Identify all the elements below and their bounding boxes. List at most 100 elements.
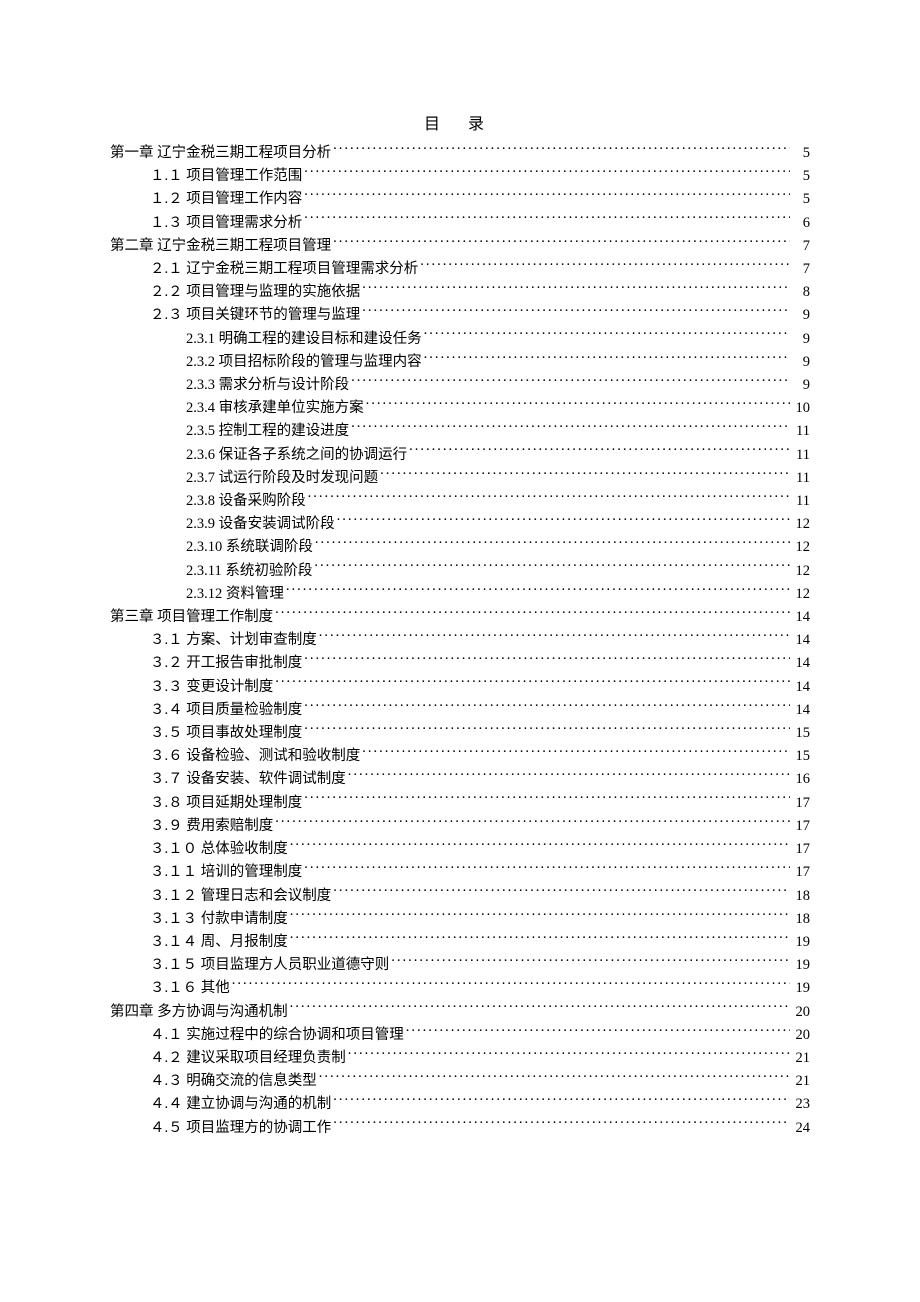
- toc-leader-dots: [362, 305, 790, 320]
- toc-leader-dots: [304, 699, 790, 714]
- toc-entry-page: 12: [792, 513, 810, 536]
- toc-entry-label: １.１ 项目管理工作范围: [150, 165, 302, 188]
- toc-entry: ４.１ 实施过程中的综合协调和项目管理20: [110, 1024, 810, 1047]
- toc-leader-dots: [366, 398, 790, 413]
- toc-entry-label: ３.１６ 其他: [150, 977, 230, 1000]
- toc-leader-dots: [304, 189, 790, 204]
- toc-entry-label: ３.９ 费用索赔制度: [150, 815, 273, 838]
- toc-entry: ２.２ 项目管理与监理的实施依据8: [110, 281, 810, 304]
- toc-leader-dots: [406, 1024, 790, 1039]
- toc-entry-page: 9: [792, 351, 810, 374]
- toc-leader-dots: [304, 166, 790, 181]
- toc-entry-page: 5: [792, 188, 810, 211]
- toc-entry-page: 14: [792, 676, 810, 699]
- toc-entry: １.１ 项目管理工作范围5: [110, 165, 810, 188]
- toc-entry-page: 11: [792, 467, 810, 490]
- toc-leader-dots: [424, 351, 790, 366]
- toc-leader-dots: [319, 630, 790, 645]
- toc-entry-page: 19: [792, 977, 810, 1000]
- toc-leader-dots: [286, 583, 790, 598]
- toc-entry-page: 19: [792, 931, 810, 954]
- toc-entry-label: 2.3.6 保证各子系统之间的协调运行: [186, 444, 407, 467]
- toc-entry: １.３ 项目管理需求分析 6: [110, 212, 810, 235]
- toc-entry-page: 6: [792, 212, 810, 235]
- toc-leader-dots: [424, 328, 790, 343]
- toc-leader-dots: [333, 1094, 790, 1109]
- toc-leader-dots: [337, 514, 790, 529]
- toc-leader-dots: [275, 676, 790, 691]
- toc-entry-label: 2.3.1 明确工程的建设目标和建设任务: [186, 328, 422, 351]
- toc-entry: 第一章 辽宁金税三期工程项目分析5: [110, 142, 810, 165]
- toc-entry-page: 24: [792, 1117, 810, 1140]
- toc-leader-dots: [315, 537, 790, 552]
- toc-entry-label: ３.３ 变更设计制度: [150, 676, 273, 699]
- toc-entry: ３.１４ 周、月报制度19: [110, 931, 810, 954]
- toc-entry-page: 11: [792, 444, 810, 467]
- toc-entry-label: 2.3.7 试运行阶段及时发现问题: [186, 467, 378, 490]
- toc-leader-dots: [362, 746, 790, 761]
- toc-leader-dots: [333, 235, 790, 250]
- toc-entry-page: 16: [792, 768, 810, 791]
- toc-entry: 2.3.2 项目招标阶段的管理与监理内容9: [110, 351, 810, 374]
- toc-entry-page: 23: [792, 1093, 810, 1116]
- toc-entry-label: ２.３ 项目关键环节的管理与监理: [150, 304, 360, 327]
- toc-entry-label: ３.１１ 培训的管理制度: [150, 861, 302, 884]
- toc-leader-dots: [304, 653, 790, 668]
- toc-entry-label: １.３ 项目管理需求分析: [150, 212, 302, 235]
- toc-entry: 2.3.9 设备安装调试阶段12: [110, 513, 810, 536]
- toc-entry-page: 14: [792, 652, 810, 675]
- toc-entry-label: 2.3.11 系统初验阶段: [186, 560, 312, 583]
- toc-leader-dots: [319, 1071, 790, 1086]
- toc-entry-label: ３.１０ 总体验收制度: [150, 838, 288, 861]
- toc-entry-label: ４.１ 实施过程中的综合协调和项目管理: [150, 1024, 404, 1047]
- toc-entry-label: ３.４ 项目质量检验制度: [150, 699, 302, 722]
- toc-entry-page: 17: [792, 861, 810, 884]
- toc-entry-label: ３.８ 项目延期处理制度: [150, 792, 302, 815]
- toc-entry-label: ３.１２ 管理日志和会议制度: [150, 885, 331, 908]
- toc-entry: ３.１ 方案、计划审查制度14: [110, 629, 810, 652]
- toc-leader-dots: [362, 282, 790, 297]
- toc-entry: 2.3.4 审核承建单位实施方案 10: [110, 397, 810, 420]
- toc-leader-dots: [333, 885, 790, 900]
- toc-leader-dots: [275, 607, 790, 622]
- toc-entry: ３.１１ 培训的管理制度 17: [110, 861, 810, 884]
- toc-entry: ３.５ 项目事故处理制度15: [110, 722, 810, 745]
- toc-leader-dots: [290, 908, 790, 923]
- toc-entry-page: 11: [792, 490, 810, 513]
- toc-entry-label: ３.１５ 项目监理方人员职业道德守则: [150, 954, 389, 977]
- toc-entry: ２.１ 辽宁金税三期工程项目管理需求分析7: [110, 258, 810, 281]
- toc-entry-page: 14: [792, 699, 810, 722]
- toc-entry-page: 9: [792, 328, 810, 351]
- toc-entry-label: 第一章 辽宁金税三期工程项目分析: [110, 142, 331, 165]
- toc-leader-dots: [380, 467, 790, 482]
- toc-entry-page: 19: [792, 954, 810, 977]
- toc-leader-dots: [304, 792, 790, 807]
- toc-entry-label: 第二章 辽宁金税三期工程项目管理: [110, 235, 331, 258]
- toc-entry-label: ４.２ 建议采取项目经理负责制: [150, 1047, 346, 1070]
- toc-entry-page: 10: [792, 397, 810, 420]
- toc-entry: ４.５ 项目监理方的协调工作24: [110, 1117, 810, 1140]
- toc-entry-page: 14: [792, 606, 810, 629]
- toc-entry-label: ３.７ 设备安装、软件调试制度: [150, 768, 346, 791]
- toc-entry-label: 第三章 项目管理工作制度: [110, 606, 273, 629]
- toc-entry: ３.３ 变更设计制度 14: [110, 676, 810, 699]
- toc-leader-dots: [290, 1001, 790, 1016]
- toc-leader-dots: [351, 375, 790, 390]
- toc-title: 目 录: [110, 110, 810, 134]
- toc-entry: ３.２ 开工报告审批制度14: [110, 652, 810, 675]
- toc-entry-label: ３.１３ 付款申请制度: [150, 908, 288, 931]
- toc-leader-dots: [333, 1117, 790, 1132]
- toc-entry-page: 21: [792, 1047, 810, 1070]
- toc-entry: ３.１５ 项目监理方人员职业道德守则 19: [110, 954, 810, 977]
- toc-entry: 2.3.3 需求分析与设计阶段9: [110, 374, 810, 397]
- toc-entry: 2.3.11 系统初验阶段12: [110, 560, 810, 583]
- toc-entry-page: 12: [792, 536, 810, 559]
- toc-entry-page: 15: [792, 722, 810, 745]
- toc-leader-dots: [290, 839, 790, 854]
- toc-entry-label: 2.3.4 审核承建单位实施方案: [186, 397, 364, 420]
- toc-entry: ２.３ 项目关键环节的管理与监理9: [110, 304, 810, 327]
- toc-entry: 2.3.12 资料管理12: [110, 583, 810, 606]
- toc-entry: 2.3.10 系统联调阶段12: [110, 536, 810, 559]
- toc-entry-page: 9: [792, 374, 810, 397]
- toc-entry-page: 17: [792, 838, 810, 861]
